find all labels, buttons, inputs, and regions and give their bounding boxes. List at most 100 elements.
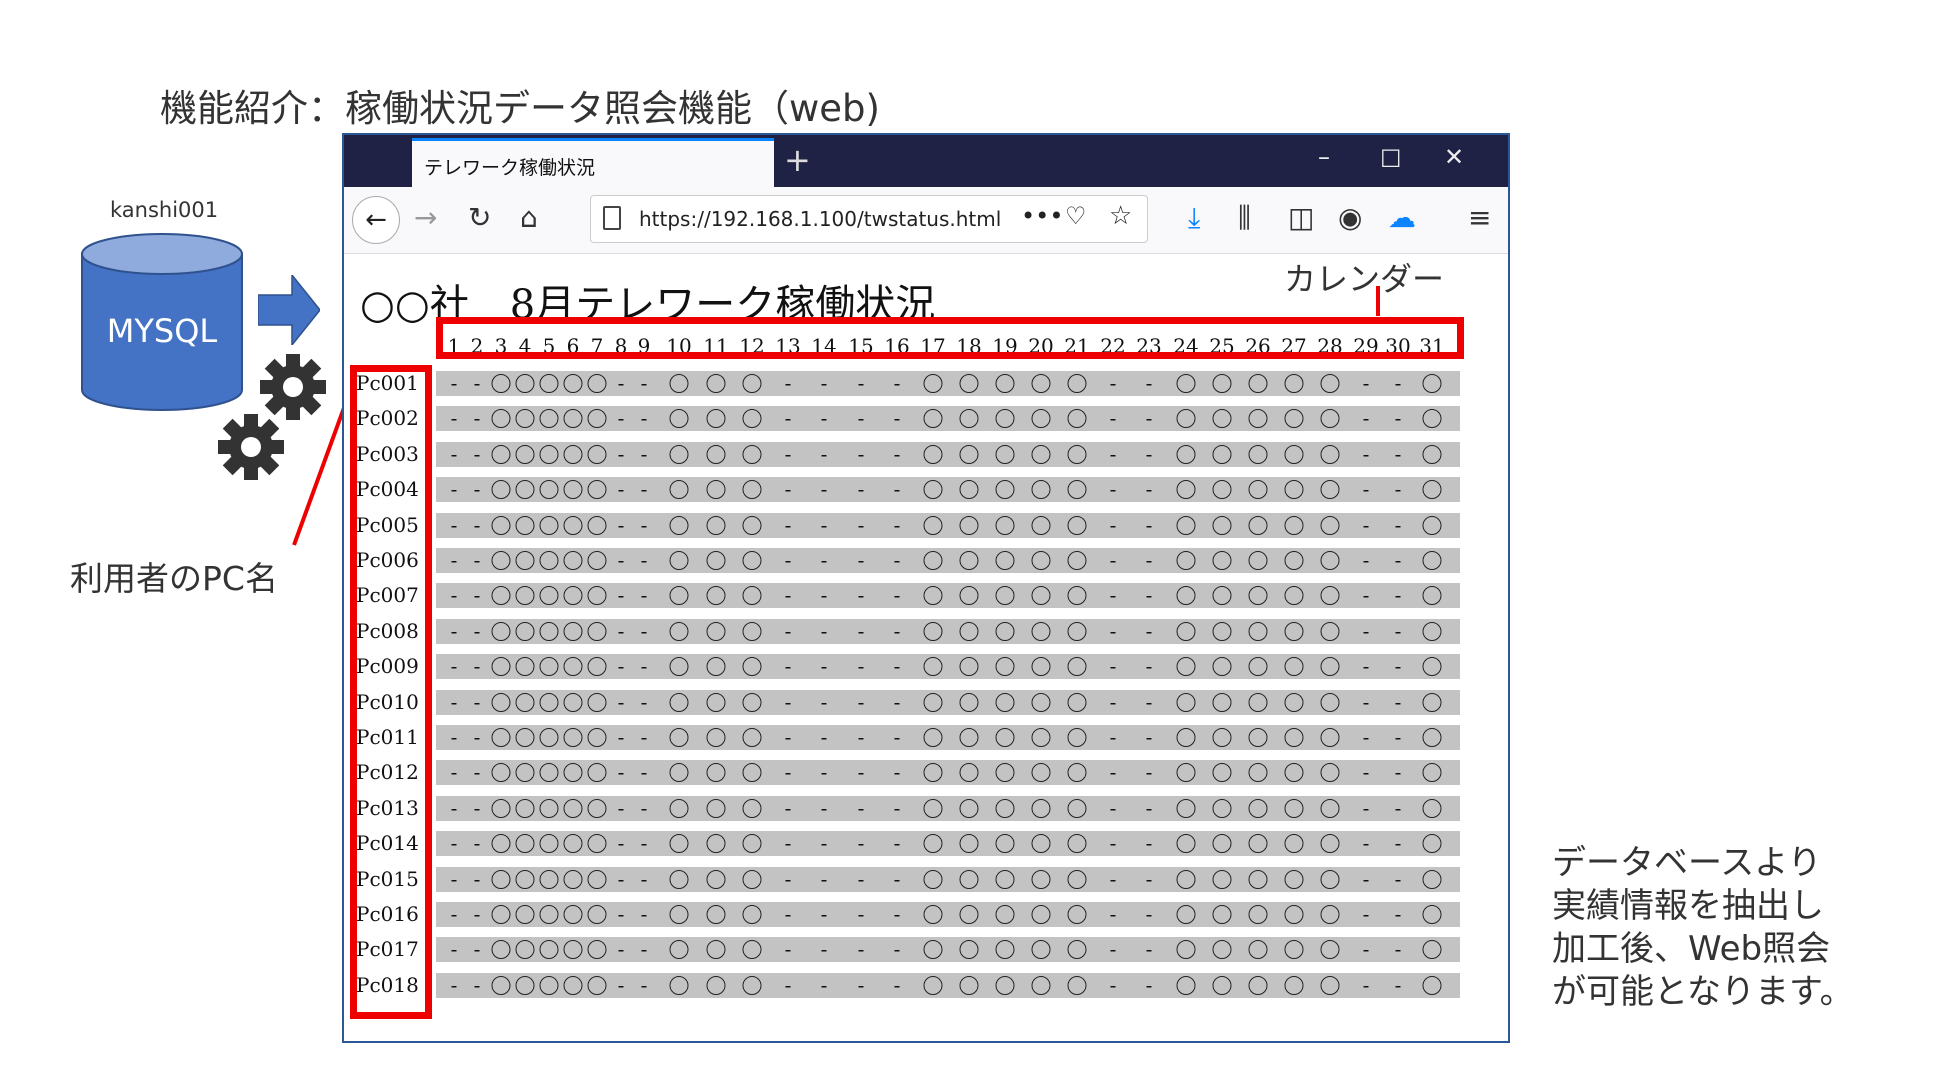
status-circle-icon <box>706 798 726 818</box>
status-circle-icon <box>995 940 1015 960</box>
new-tab-icon[interactable]: + <box>784 141 811 179</box>
status-cell: - <box>820 406 828 431</box>
status-circle-icon <box>742 834 762 854</box>
status-circle-icon <box>923 763 943 783</box>
status-circle-icon <box>1031 480 1051 500</box>
more-icon[interactable]: ••• <box>1021 202 1063 230</box>
status-circle-icon <box>1176 975 1196 995</box>
status-circle-icon <box>923 480 943 500</box>
status-circle-icon <box>1248 657 1268 677</box>
status-cell: - <box>857 760 865 785</box>
status-cell: - <box>473 406 481 431</box>
status-circle-icon <box>1248 621 1268 641</box>
status-circle-icon <box>1248 975 1268 995</box>
status-circle-icon <box>1176 834 1196 854</box>
status-circle-icon <box>563 374 583 393</box>
status-circle-icon <box>587 551 607 570</box>
status-circle-icon <box>669 692 689 712</box>
status-cell: - <box>857 654 865 679</box>
status-circle-icon <box>1284 869 1304 889</box>
status-circle-icon <box>1248 551 1268 570</box>
status-circle-icon <box>1284 905 1304 924</box>
status-circle-icon <box>515 905 535 924</box>
status-circle-icon <box>1031 763 1051 783</box>
minimize-icon[interactable]: – <box>1318 143 1330 171</box>
status-cell: - <box>640 795 648 820</box>
status-cell: - <box>1145 795 1153 820</box>
status-cell: - <box>1394 477 1402 502</box>
status-cell: - <box>450 654 458 679</box>
status-circle-icon <box>539 515 559 535</box>
status-circle-icon <box>539 444 559 464</box>
status-circle-icon <box>1284 763 1304 783</box>
status-cell: - <box>640 618 648 643</box>
status-circle-icon <box>1320 374 1340 393</box>
status-circle-icon <box>706 728 726 747</box>
status-cell: - <box>784 937 792 962</box>
status-circle-icon <box>515 374 535 393</box>
status-circle-icon <box>742 763 762 783</box>
status-cell: - <box>617 937 625 962</box>
status-cell: - <box>617 654 625 679</box>
status-circle-icon <box>1212 621 1232 641</box>
status-cell: - <box>617 618 625 643</box>
status-circle-icon <box>669 586 689 606</box>
status-cell: - <box>473 477 481 502</box>
forward-icon[interactable]: → <box>414 201 437 234</box>
status-circle-icon <box>1248 798 1268 818</box>
status-cell: - <box>1109 902 1117 926</box>
status-circle-icon <box>491 586 511 606</box>
status-cell: - <box>893 795 901 820</box>
status-circle-icon <box>669 728 689 747</box>
sidebar-icon[interactable]: ◫ <box>1288 201 1314 234</box>
status-cell: - <box>893 654 901 679</box>
status-circle-icon <box>742 940 762 960</box>
status-cell: - <box>473 760 481 785</box>
pocket-icon[interactable]: ♡ <box>1065 202 1087 230</box>
status-circle-icon <box>491 515 511 535</box>
status-circle-icon <box>563 621 583 641</box>
status-cell: - <box>473 618 481 643</box>
page-info-icon[interactable] <box>603 206 621 230</box>
status-circle-icon <box>995 480 1015 500</box>
status-circle-icon <box>491 975 511 995</box>
status-circle-icon <box>1248 692 1268 712</box>
status-cell: - <box>857 512 865 537</box>
status-cell: - <box>1394 689 1402 714</box>
status-cell: - <box>893 371 901 395</box>
cloud-icon[interactable]: ☁ <box>1388 201 1416 234</box>
status-cell: - <box>1145 441 1153 466</box>
tab-twstatus[interactable]: テレワーク稼働状況 <box>412 138 774 187</box>
status-cell: - <box>617 477 625 502</box>
status-circle-icon <box>923 834 943 854</box>
maximize-icon[interactable]: ☐ <box>1380 145 1402 173</box>
status-circle-icon <box>1422 975 1442 995</box>
library-icon[interactable]: ⫼ <box>1238 201 1251 235</box>
home-icon[interactable]: ⌂ <box>520 201 538 234</box>
status-cell: - <box>450 902 458 926</box>
status-cell: - <box>857 618 865 643</box>
status-circle-icon <box>1176 763 1196 783</box>
status-circle-icon <box>515 798 535 818</box>
status-circle-icon <box>959 763 979 783</box>
account-icon[interactable]: ◉ <box>1338 201 1362 234</box>
star-icon[interactable]: ☆ <box>1109 201 1132 231</box>
status-circle-icon <box>587 975 607 995</box>
status-circle-icon <box>563 586 583 606</box>
database-name: MYSQL <box>107 312 218 350</box>
download-icon[interactable]: ⤓ <box>1188 201 1200 235</box>
status-circle-icon <box>1212 480 1232 500</box>
close-icon[interactable]: ✕ <box>1444 143 1464 171</box>
status-circle-icon <box>1284 657 1304 677</box>
menu-icon[interactable]: ≡ <box>1468 201 1491 234</box>
status-circle-icon <box>491 763 511 783</box>
status-cell: - <box>1394 548 1402 572</box>
status-circle-icon <box>1248 515 1268 535</box>
reload-icon[interactable]: ↻ <box>468 201 491 234</box>
url-bar[interactable]: ••• ♡ ☆ <box>590 195 1148 243</box>
status-cell: - <box>473 371 481 395</box>
back-icon[interactable]: ← <box>352 196 400 244</box>
status-cell: - <box>1109 689 1117 714</box>
url-input[interactable] <box>637 206 1003 232</box>
status-cell: - <box>820 477 828 502</box>
